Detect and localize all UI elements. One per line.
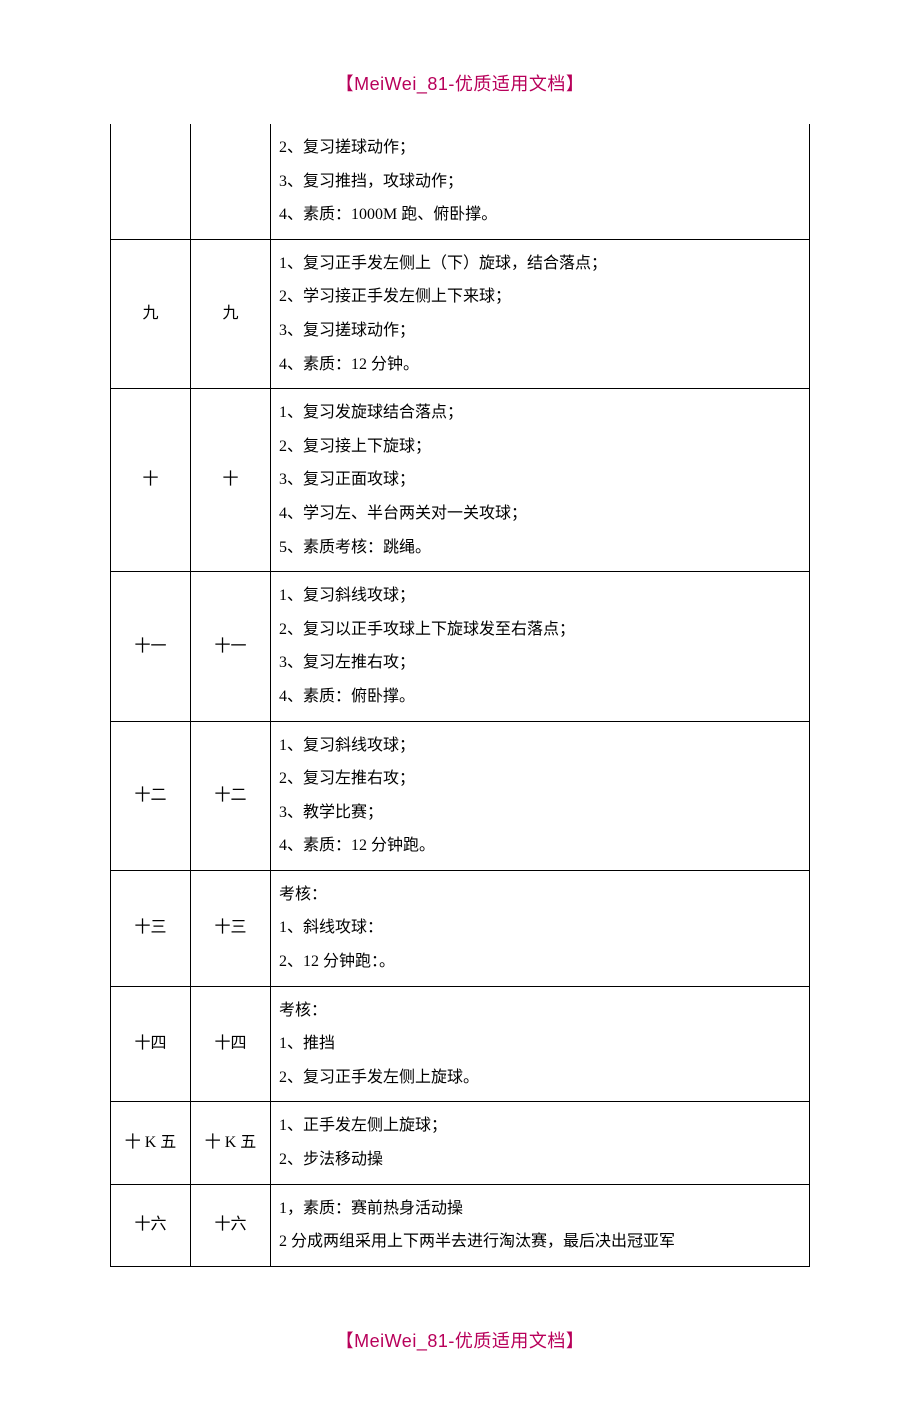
content-cell: 考核： 1、推挡 2、复习正手发左侧上旋球。 (271, 986, 810, 1102)
content-cell: 2、复习搓球动作； 3、复习推挡，攻球动作； 4、素质：1000M 跑、俯卧撑。 (271, 124, 810, 239)
content-cell: 1、复习斜线攻球； 2、复习以正手攻球上下旋球发至右落点； 3、复习左推右攻； … (271, 572, 810, 721)
week-col-b: 九 (191, 239, 271, 388)
week-col-a: 十二 (111, 721, 191, 870)
week-col-b: 十一 (191, 572, 271, 721)
table-row: 十 K 五十 K 五1、正手发左侧上旋球； 2、步法移动操 (111, 1102, 810, 1184)
content-cell: 1、复习正手发左侧上（下）旋球，结合落点； 2、学习接正手发左侧上下来球； 3、… (271, 239, 810, 388)
table-row: 十四十四考核： 1、推挡 2、复习正手发左侧上旋球。 (111, 986, 810, 1102)
week-col-b: 十 (191, 389, 271, 572)
content-cell: 1、复习斜线攻球； 2、复习左推右攻； 3、教学比赛； 4、素质：12 分钟跑。 (271, 721, 810, 870)
week-col-b: 十三 (191, 870, 271, 986)
week-col-a: 十三 (111, 870, 191, 986)
week-col-b (191, 124, 271, 239)
table-row: 十十1、复习发旋球结合落点； 2、复习接上下旋球； 3、复习正面攻球； 4、学习… (111, 389, 810, 572)
week-col-a: 九 (111, 239, 191, 388)
week-col-a: 十 K 五 (111, 1102, 191, 1184)
table-row: 十二十二1、复习斜线攻球； 2、复习左推右攻； 3、教学比赛； 4、素质：12 … (111, 721, 810, 870)
table-row: 十六十六1，素质：赛前热身活动操 2 分成两组采用上下两半去进行淘汰赛，最后决出… (111, 1184, 810, 1266)
table-row: 九九1、复习正手发左侧上（下）旋球，结合落点； 2、学习接正手发左侧上下来球； … (111, 239, 810, 388)
content-cell: 考核： 1、斜线攻球： 2、12 分钟跑：。 (271, 870, 810, 986)
week-col-a: 十 (111, 389, 191, 572)
week-col-a (111, 124, 191, 239)
content-cell: 1，素质：赛前热身活动操 2 分成两组采用上下两半去进行淘汰赛，最后决出冠亚军 (271, 1184, 810, 1266)
table-row: 2、复习搓球动作； 3、复习推挡，攻球动作； 4、素质：1000M 跑、俯卧撑。 (111, 124, 810, 239)
week-col-a: 十六 (111, 1184, 191, 1266)
document-page: 【MeiWei_81-优质适用文档】 2、复习搓球动作； 3、复习推挡，攻球动作… (0, 0, 920, 1413)
table-row: 十一十一1、复习斜线攻球； 2、复习以正手攻球上下旋球发至右落点； 3、复习左推… (111, 572, 810, 721)
week-col-b: 十 K 五 (191, 1102, 271, 1184)
week-col-b: 十六 (191, 1184, 271, 1266)
schedule-table: 2、复习搓球动作； 3、复习推挡，攻球动作； 4、素质：1000M 跑、俯卧撑。… (110, 124, 810, 1267)
content-cell: 1、正手发左侧上旋球； 2、步法移动操 (271, 1102, 810, 1184)
week-col-b: 十四 (191, 986, 271, 1102)
page-header: 【MeiWei_81-优质适用文档】 (110, 70, 810, 96)
week-col-a: 十一 (111, 572, 191, 721)
week-col-b: 十二 (191, 721, 271, 870)
week-col-a: 十四 (111, 986, 191, 1102)
table-row: 十三十三考核： 1、斜线攻球： 2、12 分钟跑：。 (111, 870, 810, 986)
content-cell: 1、复习发旋球结合落点； 2、复习接上下旋球； 3、复习正面攻球； 4、学习左、… (271, 389, 810, 572)
page-footer: 【MeiWei_81-优质适用文档】 (110, 1327, 810, 1353)
